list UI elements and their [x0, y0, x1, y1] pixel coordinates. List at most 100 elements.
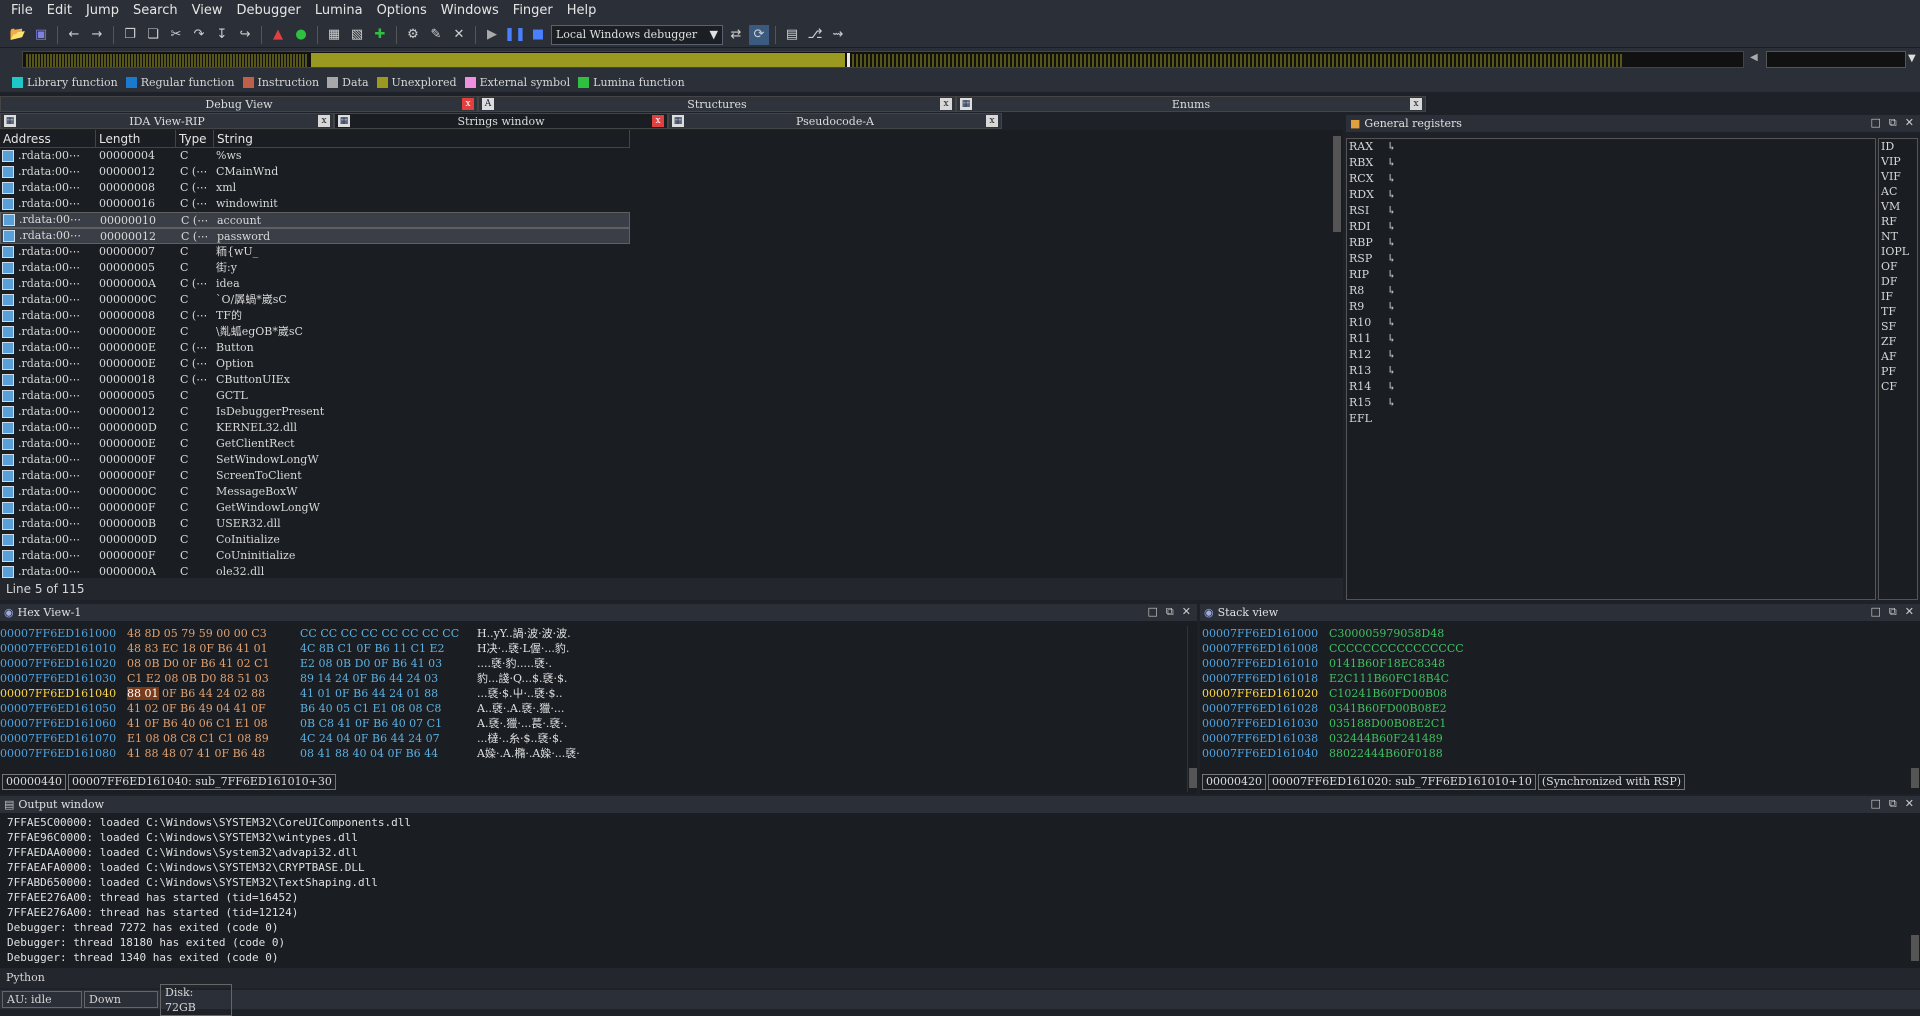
register-row[interactable]: RSI ↳ — [1347, 203, 1875, 219]
hex-row[interactable]: 00007FF6ED161020 08 0B D0 0F B6 41 02 C1 E… — [0, 656, 1185, 671]
scrollbar-thumb[interactable] — [1333, 136, 1341, 232]
close-icon[interactable]: ✕ — [1905, 605, 1914, 619]
column-header-address[interactable]: Address — [0, 130, 96, 147]
stack-row[interactable]: 00007FF6ED161030 035188D00B08E2C1 — [1202, 716, 1902, 731]
maximize-icon[interactable]: □ — [1871, 605, 1881, 619]
string-row[interactable]: .rdata:00⋯ 00000018 C (⋯ CButtonUIEx — [0, 372, 630, 388]
register-row[interactable]: R14 ↳ — [1347, 379, 1875, 395]
jump-arrow-icon[interactable]: ↳ — [1387, 171, 1396, 187]
navigation-strip[interactable] — [22, 51, 1744, 68]
close-icon[interactable]: x — [652, 115, 664, 127]
stack-row[interactable]: 00007FF6ED161010 0141B60F18EC8348 — [1202, 656, 1902, 671]
warning-icon[interactable]: ▲ — [268, 25, 288, 45]
flag-row[interactable]: IF — [1879, 289, 1917, 304]
back-icon[interactable]: ← — [64, 25, 84, 45]
step-over-icon[interactable]: ↧ — [212, 25, 232, 45]
string-row[interactable]: .rdata:00⋯ 0000000C C MessageBoxW — [0, 484, 630, 500]
debugger-select[interactable]: Local Windows debugger ▼ — [551, 24, 723, 45]
close-icon[interactable]: x — [940, 98, 952, 110]
register-row[interactable]: RDI ↳ — [1347, 219, 1875, 235]
string-row[interactable]: .rdata:00⋯ 0000000E C GetClientRect — [0, 436, 630, 452]
output-log[interactable]: 7FFAE5C00000: loaded C:\Windows\SYSTEM32… — [0, 815, 1908, 965]
jump-arrow-icon[interactable]: ↳ — [1387, 347, 1396, 363]
string-row[interactable]: .rdata:00⋯ 00000007 C 粫{wU_ — [0, 244, 630, 260]
menu-view[interactable]: View — [185, 0, 230, 22]
close-icon[interactable]: ✕ — [1905, 116, 1914, 130]
jump-arrow-icon[interactable]: ↳ — [1387, 395, 1396, 411]
remove-icon[interactable]: ✕ — [449, 25, 469, 45]
menu-windows[interactable]: Windows — [434, 0, 506, 22]
jump-arrow-icon[interactable]: ↳ — [1387, 283, 1396, 299]
string-row[interactable]: .rdata:00⋯ 0000000D C KERNEL32.dll — [0, 420, 630, 436]
jump-arrow-icon[interactable]: ↳ — [1387, 219, 1396, 235]
jump-arrow-icon[interactable]: ↳ — [1387, 315, 1396, 331]
register-row[interactable]: R12 ↳ — [1347, 347, 1875, 363]
jump-arrow-icon[interactable]: ↳ — [1387, 379, 1396, 395]
graph-icon[interactable]: ▤ — [782, 25, 802, 45]
column-header-string[interactable]: String — [214, 130, 630, 147]
string-row[interactable]: .rdata:00⋯ 0000000A C ole32.dll — [0, 564, 630, 578]
branch-icon[interactable]: ⎇ — [805, 25, 825, 45]
string-row[interactable]: .rdata:00⋯ 00000008 C (⋯ TF的 — [0, 308, 630, 324]
tab-ida-view-rip[interactable]: ▦ IDA View-RIP x — [0, 113, 334, 129]
menu-lumina[interactable]: Lumina — [308, 0, 370, 22]
column-header-length[interactable]: Length — [96, 130, 176, 147]
stack-row[interactable]: 00007FF6ED161038 032444B60F241489 — [1202, 731, 1902, 746]
stack-row[interactable]: 00007FF6ED161008 CCCCCCCCCCCCCCCC — [1202, 641, 1902, 656]
register-row[interactable]: RCX ↳ — [1347, 171, 1875, 187]
stack-scrollbar[interactable] — [1910, 626, 1920, 792]
string-row[interactable]: .rdata:00⋯ 0000000F C CoUninitialize — [0, 548, 630, 564]
jump-arrow-icon[interactable]: ↳ — [1387, 187, 1396, 203]
register-row[interactable]: RBX ↳ — [1347, 155, 1875, 171]
string-row[interactable]: .rdata:00⋯ 00000005 C GCTL — [0, 388, 630, 404]
maximize-icon[interactable]: □ — [1871, 797, 1881, 811]
string-row[interactable]: .rdata:00⋯ 0000000E C (⋯ Button — [0, 340, 630, 356]
float-icon[interactable]: ⧉ — [1889, 116, 1897, 130]
register-row[interactable]: R8 ↳ — [1347, 283, 1875, 299]
jump-arrow-icon[interactable]: ↳ — [1387, 299, 1396, 315]
stack-row[interactable]: 00007FF6ED161000 C300005979058D48 — [1202, 626, 1902, 641]
hex-row[interactable]: 00007FF6ED161080 41 88 48 07 41 0F B6 48 0… — [0, 746, 1185, 761]
hex-cursor-bytes[interactable]: 88 01 — [127, 687, 159, 700]
close-icon[interactable]: x — [1410, 98, 1422, 110]
flag-row[interactable]: DF — [1879, 274, 1917, 289]
jump-arrow-icon[interactable]: ↳ — [1387, 331, 1396, 347]
menu-jump[interactable]: Jump — [79, 0, 126, 22]
open-icon[interactable]: 📂 — [8, 25, 28, 45]
cut-icon[interactable]: ✂ — [166, 25, 186, 45]
run-to-cursor-icon[interactable]: ↪ — [235, 25, 255, 45]
green-dot-icon[interactable]: ● — [291, 25, 311, 45]
string-row[interactable]: .rdata:00⋯ 00000010 C (⋯ account — [0, 212, 630, 228]
close-icon[interactable]: x — [462, 98, 474, 110]
register-row[interactable]: RSP ↳ — [1347, 251, 1875, 267]
register-row[interactable]: EFL — [1347, 411, 1875, 427]
python-input[interactable]: Python — [0, 968, 1920, 988]
output-scrollbar[interactable] — [1910, 815, 1920, 965]
close-icon[interactable]: x — [986, 115, 998, 127]
nav-search-box[interactable] — [1766, 51, 1906, 68]
register-row[interactable]: R11 ↳ — [1347, 331, 1875, 347]
string-row[interactable]: .rdata:00⋯ 00000016 C (⋯ windowinit — [0, 196, 630, 212]
string-row[interactable]: .rdata:00⋯ 00000012 C (⋯ CMainWnd — [0, 164, 630, 180]
close-icon[interactable]: ✕ — [1905, 797, 1914, 811]
string-row[interactable]: .rdata:00⋯ 0000000E C \亃蛌egOB*崴sC — [0, 324, 630, 340]
flag-row[interactable]: VIP — [1879, 154, 1917, 169]
scrollbar-thumb[interactable] — [1189, 768, 1197, 788]
register-row[interactable]: R15 ↳ — [1347, 395, 1875, 411]
register-row[interactable]: RIP ↳ — [1347, 267, 1875, 283]
flag-row[interactable]: PF — [1879, 364, 1917, 379]
step-into-icon[interactable]: ↷ — [189, 25, 209, 45]
stack-row[interactable]: 00007FF6ED161040 88022444B60F0188 — [1202, 746, 1902, 761]
flag-row[interactable]: ID — [1879, 139, 1917, 154]
string-row[interactable]: .rdata:00⋯ 0000000F C ScreenToClient — [0, 468, 630, 484]
close-icon[interactable]: x — [318, 115, 330, 127]
nav-arrow-icon[interactable]: ◀ — [1750, 52, 1758, 63]
flag-row[interactable]: OF — [1879, 259, 1917, 274]
flag-row[interactable]: VM — [1879, 199, 1917, 214]
copy-icon[interactable]: ❐ — [120, 25, 140, 45]
tab-debug-view[interactable]: Debug View x — [0, 96, 478, 112]
register-row[interactable]: RBP ↳ — [1347, 235, 1875, 251]
jump-arrow-icon[interactable]: ↳ — [1387, 139, 1396, 155]
register-row[interactable]: R9 ↳ — [1347, 299, 1875, 315]
hex-row[interactable]: 00007FF6ED161000 48 8D 05 79 59 00 00 C3 C… — [0, 626, 1185, 641]
